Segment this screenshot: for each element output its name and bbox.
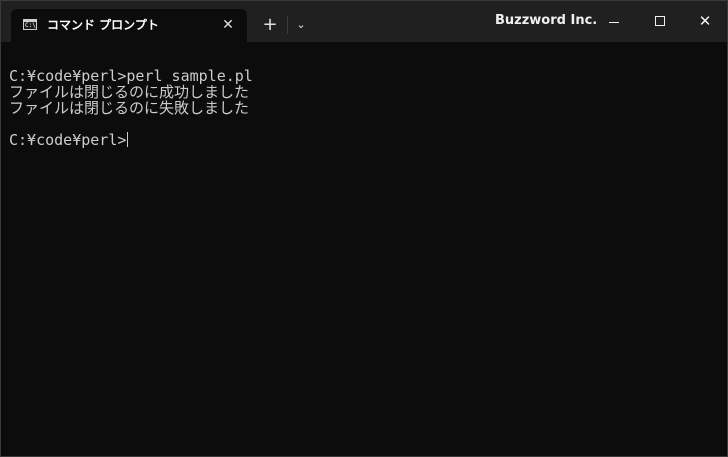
brand-label: Buzzword Inc. [495,13,598,28]
close-window-button[interactable]: ✕ [682,5,727,37]
title-bar[interactable]: C:\ コマンド プロンプト ✕ + ⌄ Buzzword Inc. ✕ [1,1,727,42]
tab-title: コマンド プロンプト [47,18,159,32]
maximize-button[interactable] [637,5,683,37]
terminal-prompt: C:¥code¥perl> [9,131,127,149]
plus-icon: + [262,14,278,35]
command-prompt-icon-glyph: C:\ [25,22,36,29]
tab-command-prompt[interactable]: C:\ コマンド プロンプト ✕ [11,9,247,42]
terminal-window: C:\ コマンド プロンプト ✕ + ⌄ Buzzword Inc. ✕ C:¥… [0,0,728,457]
terminal-line: ファイルは閉じるのに成功しました [9,83,250,101]
text-cursor [127,132,129,147]
minimize-button[interactable] [591,5,637,37]
command-prompt-icon: C:\ [23,19,37,30]
terminal-line: ファイルは閉じるのに失敗しました [9,99,250,117]
tab-dropdown-button[interactable]: ⌄ [291,13,311,37]
tab-divider [287,16,288,34]
terminal-line: C:¥code¥perl>perl sample.pl [9,67,253,85]
tab-close-button[interactable]: ✕ [217,14,239,36]
maximize-icon [655,16,665,26]
chevron-down-icon: ⌄ [296,18,306,31]
terminal-output[interactable]: C:¥code¥perl>perl sample.pl ファイルは閉じるのに成功… [9,68,719,148]
new-tab-button[interactable]: + [258,13,282,37]
close-window-icon: ✕ [698,12,712,30]
close-icon: ✕ [222,17,234,33]
terminal-prompt-line[interactable]: C:¥code¥perl> [9,132,719,148]
minimize-icon [609,22,619,23]
